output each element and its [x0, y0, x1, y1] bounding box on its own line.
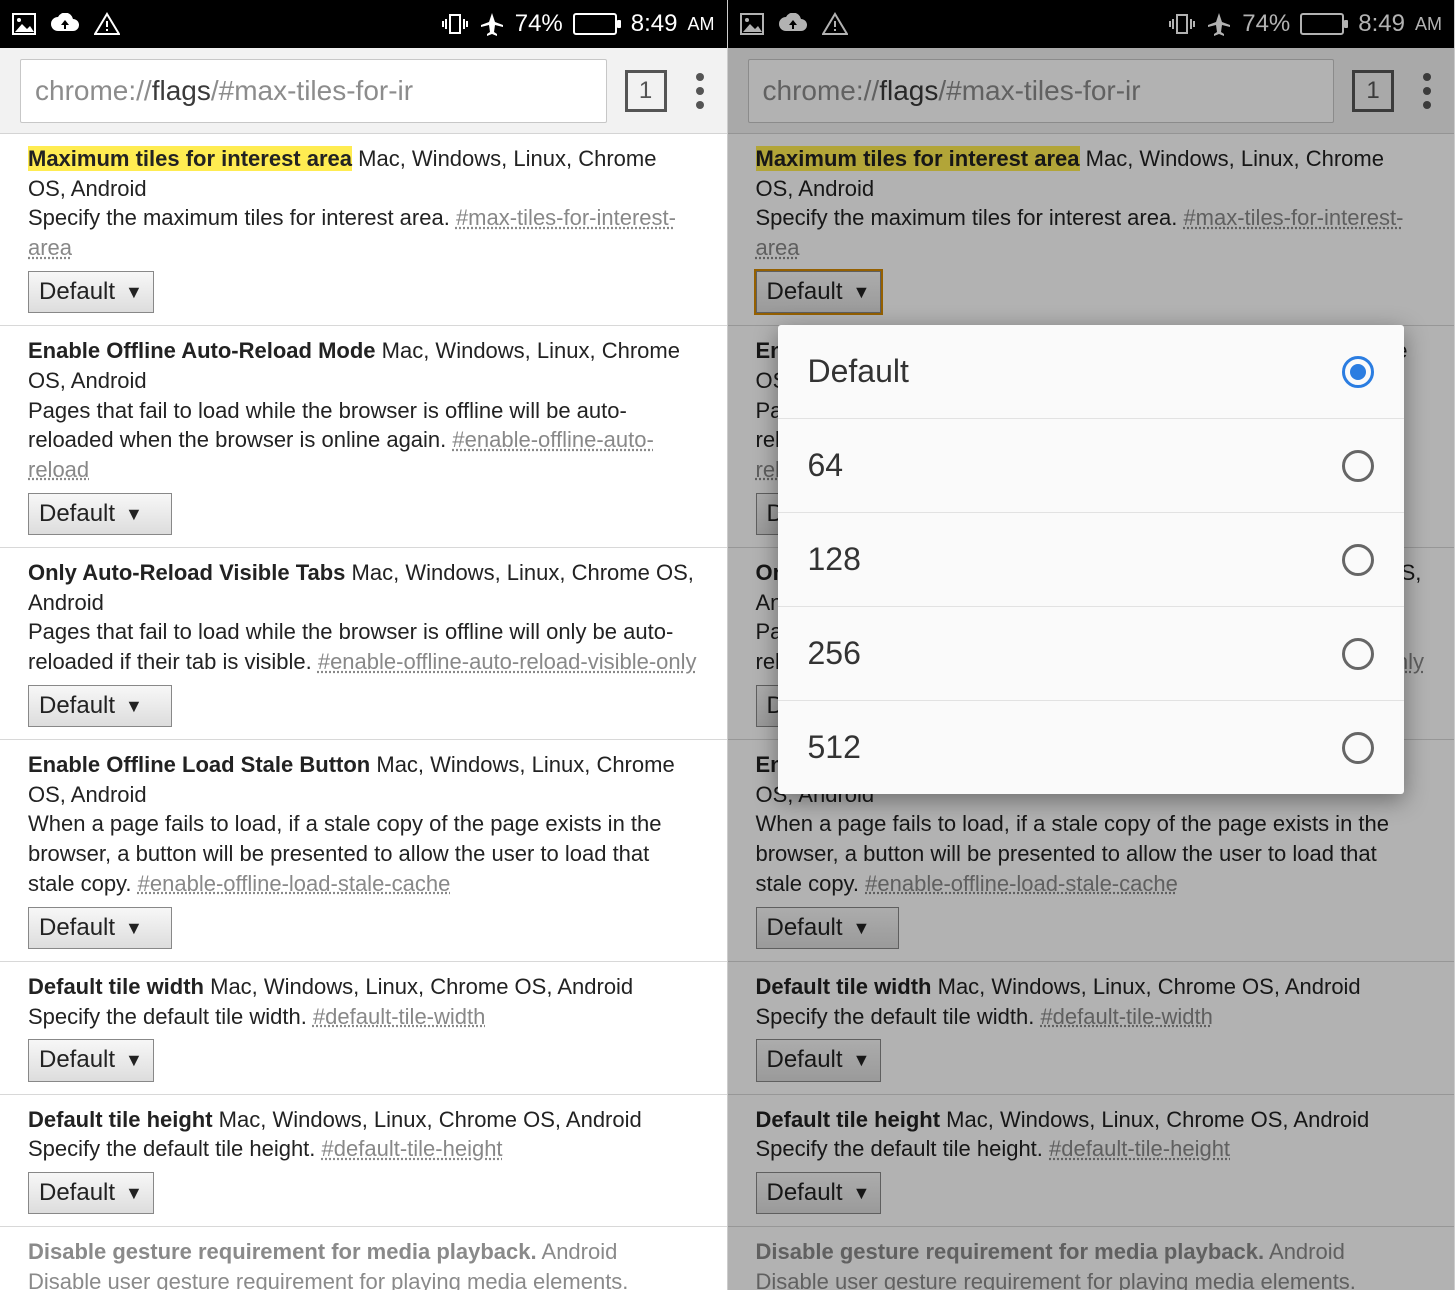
chevron-down-icon: ▼ — [125, 280, 143, 304]
select-popup: Default 64 128 256 512 — [778, 325, 1405, 794]
popup-option[interactable]: 512 — [778, 701, 1405, 794]
menu-button[interactable] — [685, 73, 715, 109]
flag-title: Enable Offline Load Stale Button — [28, 752, 370, 777]
flag-title: Default tile height — [28, 1107, 213, 1132]
flag-title: Default tile width — [28, 974, 204, 999]
flag-item: Maximum tiles for interest area Mac, Win… — [0, 134, 727, 326]
warning-icon — [94, 12, 120, 36]
flag-anchor-link[interactable]: #enable-offline-load-stale-cache — [138, 871, 451, 896]
radio-icon — [1342, 544, 1374, 576]
vibrate-icon — [441, 12, 469, 36]
radio-icon — [1342, 638, 1374, 670]
flag-item: Disable gesture requirement for media pl… — [0, 1227, 727, 1290]
flag-select[interactable]: Default ▼ — [28, 685, 172, 727]
chevron-down-icon: ▼ — [125, 1181, 143, 1205]
popup-option[interactable]: Default — [778, 325, 1405, 419]
flag-select-value: Default — [39, 1044, 115, 1076]
flag-select-value: Default — [39, 276, 115, 308]
cloud-upload-icon — [50, 13, 80, 35]
popup-option[interactable]: 128 — [778, 513, 1405, 607]
left-panel: 74% 8:49 AM chrome://flags/#max-tiles-fo… — [0, 0, 728, 1290]
radio-icon — [1342, 450, 1374, 482]
flag-platforms: Android — [537, 1239, 618, 1264]
flag-select-value: Default — [39, 1177, 115, 1209]
radio-icon — [1342, 732, 1374, 764]
popup-option-label: 64 — [808, 447, 844, 484]
popup-option-label: 256 — [808, 635, 861, 672]
status-time: 8:49 — [631, 10, 678, 38]
flag-select[interactable]: Default ▼ — [28, 907, 172, 949]
flag-platforms: Mac, Windows, Linux, Chrome OS, Android — [204, 974, 633, 999]
popup-option[interactable]: 256 — [778, 607, 1405, 701]
flag-anchor-link[interactable]: #default-tile-height — [322, 1136, 503, 1161]
flag-title: Maximum tiles for interest area — [28, 146, 352, 171]
flag-platforms: Mac, Windows, Linux, Chrome OS, Android — [213, 1107, 642, 1132]
flag-description: Specify the default tile height. — [28, 1136, 322, 1161]
tab-switcher[interactable]: 1 — [625, 70, 667, 112]
flag-anchor-link[interactable]: #enable-offline-auto-reload-visible-only — [318, 649, 697, 674]
chevron-down-icon: ▼ — [125, 694, 143, 718]
popup-option-label: 512 — [808, 729, 861, 766]
flag-title: Disable gesture requirement for media pl… — [28, 1239, 537, 1264]
right-panel: 74% 8:49 AM chrome://flags/#max-tiles-fo… — [728, 0, 1455, 1290]
status-ampm: AM — [688, 14, 715, 35]
flag-description: Specify the maximum tiles for interest a… — [28, 205, 456, 230]
gallery-icon — [12, 13, 36, 35]
flag-select-value: Default — [39, 690, 115, 722]
flag-select[interactable]: Default ▼ — [28, 1172, 154, 1214]
flag-item: Only Auto-Reload Visible Tabs Mac, Windo… — [0, 548, 727, 740]
flag-description: Specify the default tile width. — [28, 1004, 313, 1029]
flag-description: Disable user gesture requirement for pla… — [28, 1269, 628, 1290]
flags-list[interactable]: Maximum tiles for interest area Mac, Win… — [0, 134, 727, 1290]
chevron-down-icon: ▼ — [125, 1048, 143, 1072]
url-bar[interactable]: chrome://flags/#max-tiles-for-ir — [20, 59, 607, 123]
popup-option-label: 128 — [808, 541, 861, 578]
flag-title: Only Auto-Reload Visible Tabs — [28, 560, 345, 585]
flag-select[interactable]: Default ▼ — [28, 493, 172, 535]
airplane-icon — [479, 11, 505, 37]
url-scheme: chrome:// — [35, 75, 152, 107]
status-bar: 74% 8:49 AM — [0, 0, 727, 48]
flag-select[interactable]: Default ▼ — [28, 1039, 154, 1081]
flag-select-value: Default — [39, 912, 115, 944]
flag-anchor-link[interactable]: #default-tile-width — [313, 1004, 485, 1029]
popup-option[interactable]: 64 — [778, 419, 1405, 513]
flag-item: Default tile width Mac, Windows, Linux, … — [0, 962, 727, 1095]
flag-title: Enable Offline Auto-Reload Mode — [28, 338, 376, 363]
battery-icon — [573, 13, 617, 35]
flag-item: Enable Offline Auto-Reload Mode Mac, Win… — [0, 326, 727, 548]
chevron-down-icon: ▼ — [125, 502, 143, 526]
flag-item: Default tile height Mac, Windows, Linux,… — [0, 1095, 727, 1228]
url-host: flags — [152, 75, 211, 107]
popup-option-label: Default — [808, 353, 909, 390]
toolbar: chrome://flags/#max-tiles-for-ir 1 — [0, 48, 727, 134]
chevron-down-icon: ▼ — [125, 916, 143, 940]
url-path: /#max-tiles-for-ir — [211, 75, 413, 107]
flag-select[interactable]: Default ▼ — [28, 271, 154, 313]
tab-count: 1 — [639, 77, 652, 105]
flag-item: Enable Offline Load Stale Button Mac, Wi… — [0, 740, 727, 962]
flag-select-value: Default — [39, 498, 115, 530]
radio-icon — [1342, 356, 1374, 388]
battery-percent: 74% — [515, 10, 563, 38]
